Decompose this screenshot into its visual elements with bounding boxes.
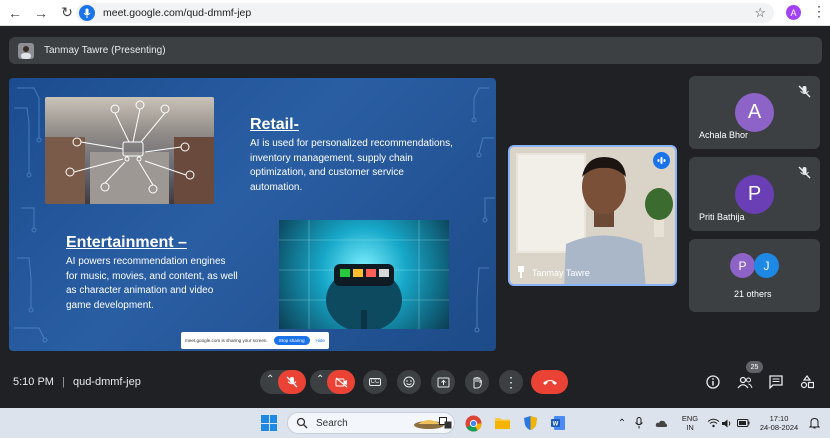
browser-menu-icon[interactable]: ⋮	[812, 3, 826, 20]
pin-icon[interactable]	[516, 266, 526, 278]
chat-icon	[769, 375, 783, 389]
captions-icon: CC	[368, 378, 382, 386]
avatar: P	[735, 175, 774, 214]
taskbar-search[interactable]: Search	[287, 412, 455, 434]
hang-up-icon	[542, 380, 557, 385]
activities-button[interactable]	[798, 373, 816, 391]
vr-headset-image	[279, 220, 449, 329]
show-hidden-icons-chevron[interactable]: ⌃	[615, 413, 629, 433]
emoji-icon	[403, 376, 415, 388]
system-clock[interactable]: 17:10 24-08-2024	[756, 414, 802, 432]
chat-button[interactable]	[767, 373, 785, 391]
presenter-avatar	[18, 42, 34, 59]
task-view-icon[interactable]	[435, 413, 455, 433]
avatar: A	[735, 93, 774, 132]
retail-store-image	[45, 97, 214, 204]
profile-avatar[interactable]: A	[786, 5, 801, 20]
wifi-icon[interactable]	[706, 413, 720, 433]
avatar: J	[754, 253, 779, 278]
main-tile-name: Tanmay Tawre	[532, 268, 590, 278]
mic-off-icon	[798, 85, 811, 98]
mic-off-icon	[286, 376, 298, 388]
reload-icon[interactable]: ↻	[56, 2, 78, 24]
bookmark-star-icon[interactable]: ☆	[754, 5, 766, 21]
mic-off-icon	[798, 166, 811, 179]
meeting-details: 5:10 PM | qud-dmmf-jep	[13, 376, 141, 388]
audio-options-chevron-icon[interactable]: ⌃	[266, 374, 274, 385]
audio-controls: ⌃	[260, 370, 306, 394]
meeting-time: 5:10 PM	[13, 376, 54, 388]
hand-icon	[473, 376, 483, 388]
present-screen-icon	[437, 377, 449, 387]
security-icon[interactable]	[520, 413, 540, 433]
participant-name: Priti Bathija	[699, 212, 745, 222]
entertainment-body: AI powers recommendation engines for mus…	[66, 256, 238, 311]
participant-count-badge: 25	[746, 361, 763, 373]
video-controls: ⌃	[310, 370, 355, 394]
svg-text:W: W	[553, 422, 559, 428]
browser-toolbar: ← → ↻ meet.google.com/qud-dmmf-jep ☆ A ⋮	[0, 0, 830, 26]
participant-tile-achala[interactable]: A Achala Bhor	[689, 76, 820, 149]
screen-share-notice: meet.google.com is sharing your screen. …	[181, 332, 329, 349]
reactions-button[interactable]	[397, 370, 421, 394]
camera-button[interactable]	[327, 370, 355, 394]
onedrive-icon[interactable]	[654, 413, 668, 433]
retail-heading: Retail-	[250, 116, 299, 133]
meeting-code: qud-dmmf-jep	[72, 376, 141, 388]
microphone-tray-icon[interactable]	[632, 413, 646, 433]
camera-off-icon	[335, 377, 347, 387]
notifications-icon[interactable]	[806, 413, 822, 433]
address-bar[interactable]: meet.google.com/qud-dmmf-jep ☆	[76, 3, 774, 23]
presenter-banner: Tanmay Tawre (Presenting)	[9, 37, 822, 64]
word-icon[interactable]: W	[548, 413, 568, 433]
retail-body: AI is used for personalized recommendati…	[250, 138, 453, 193]
chrome-icon[interactable]	[463, 413, 483, 433]
people-button[interactable]	[736, 373, 754, 391]
meeting-info-button[interactable]	[704, 373, 722, 391]
language-indicator[interactable]: ENG IN	[679, 414, 701, 432]
search-label: Search	[316, 417, 348, 429]
avatar: P	[730, 253, 755, 278]
search-icon	[296, 417, 308, 429]
share-notice-text: meet.google.com is sharing your screen.	[185, 338, 268, 343]
participant-video	[564, 157, 646, 284]
leave-call-button[interactable]	[531, 370, 568, 394]
battery-icon[interactable]	[736, 413, 750, 433]
participant-tile-priti[interactable]: P Priti Bathija	[689, 157, 820, 231]
file-explorer-icon[interactable]	[492, 413, 512, 433]
url-text: meet.google.com/qud-dmmf-jep	[103, 7, 252, 19]
others-tile[interactable]: P J 21 others	[689, 239, 820, 312]
windows-start-icon[interactable]	[261, 415, 277, 431]
stop-sharing-button[interactable]: Stop sharing	[273, 336, 310, 345]
site-info-icon[interactable]	[79, 5, 95, 21]
speaking-indicator-icon	[653, 152, 670, 169]
presenting-label: Tanmay Tawre (Presenting)	[44, 45, 166, 56]
entertainment-heading: Entertainment –	[66, 234, 187, 251]
separator: |	[62, 376, 65, 388]
video-options-chevron-icon[interactable]: ⌃	[316, 374, 324, 385]
more-options-button[interactable]: ⋮	[499, 370, 523, 394]
captions-button[interactable]: CC	[363, 370, 387, 394]
more-vert-icon: ⋮	[504, 373, 518, 390]
participant-video-tile[interactable]: Tanmay Tawre	[508, 145, 677, 286]
forward-icon[interactable]: →	[30, 2, 52, 24]
info-icon	[706, 375, 720, 389]
volume-icon[interactable]	[720, 413, 734, 433]
raise-hand-button[interactable]	[465, 370, 489, 394]
others-count-label: 21 others	[734, 289, 772, 299]
hide-button[interactable]: Hide	[316, 338, 325, 343]
plant-decoration	[645, 188, 673, 237]
microphone-button[interactable]	[278, 370, 306, 394]
activities-icon	[800, 375, 814, 389]
people-icon	[737, 376, 753, 388]
present-button[interactable]	[431, 370, 455, 394]
shared-screen: Retail- AI is used for personalized reco…	[9, 78, 496, 351]
back-icon[interactable]: ←	[4, 2, 26, 24]
participant-name: Achala Bhor	[699, 130, 749, 140]
